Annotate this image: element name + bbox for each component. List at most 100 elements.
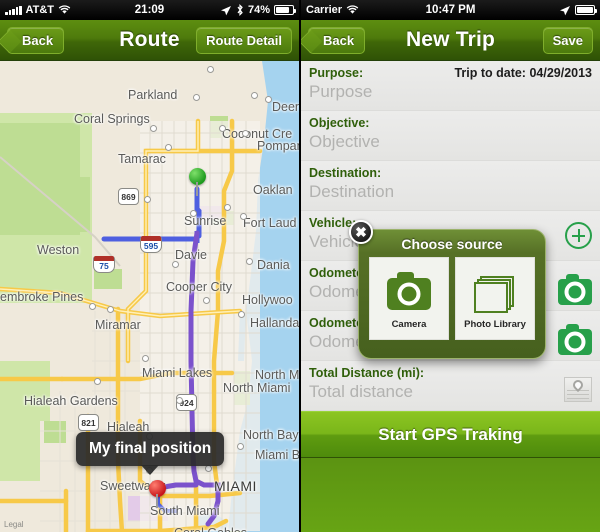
camera-icon <box>387 272 431 310</box>
map-place-label: Cooper City <box>166 280 232 294</box>
status-bar-left: AT&T 21:09 74% <box>0 0 299 20</box>
form-row-label: Destination: <box>309 166 382 180</box>
form-row-label: Purpose: <box>309 66 364 80</box>
map-exit-marker <box>107 306 114 313</box>
map-exit-marker <box>176 397 183 404</box>
route-detail-label: Route Detail <box>206 33 282 48</box>
back-button-label: Back <box>22 33 54 48</box>
form-row[interactable]: Total Distance (mi): Total distance <box>301 361 600 411</box>
map-place-label: Miami B <box>255 448 299 462</box>
map-icon[interactable] <box>564 369 592 402</box>
page-title: Route <box>119 28 180 51</box>
highway-shield-icon: 595 <box>140 236 162 253</box>
photo-library-icon <box>474 276 516 316</box>
map-place-label: North Bay <box>243 428 299 442</box>
form-row-input[interactable]: Total distance <box>309 382 413 402</box>
new-trip-form: Purpose: Trip to date: 04/29/2013 Purpose O… <box>301 61 600 532</box>
map-place-label: MIAMI <box>214 478 257 494</box>
map-place-label: Miramar <box>95 318 141 332</box>
map-exit-marker <box>190 210 197 217</box>
map-place-label: Hallanda <box>250 316 299 330</box>
status-bar-right: Carrier 10:47 PM <box>301 0 600 20</box>
map-place-label: North M <box>255 368 299 382</box>
map-place-label: Oaklan <box>253 183 293 197</box>
battery-percent: 74% <box>247 4 270 16</box>
camera-icon[interactable] <box>558 269 592 305</box>
location-arrow-icon <box>220 5 231 15</box>
route-blue-segment <box>194 186 202 239</box>
map-exit-marker <box>94 378 101 385</box>
map-place-label: Dania <box>257 258 290 272</box>
map-exit-marker <box>142 355 149 362</box>
map-exit-marker <box>265 96 272 103</box>
signal-bars-icon <box>5 5 22 15</box>
nav-bar-route: Back Route Route Detail <box>0 20 299 61</box>
form-row[interactable]: Objective: Objective <box>301 111 600 161</box>
map-exit-marker <box>165 144 172 151</box>
map-exit-marker <box>193 94 200 101</box>
map-place-label: Weston <box>37 243 80 257</box>
map-place-label: embroke Pines <box>0 290 84 304</box>
start-gps-tracking-button[interactable]: Start GPS Traking <box>301 411 600 458</box>
map-place-label: Davie <box>175 248 207 262</box>
back-button[interactable]: Back <box>7 27 65 54</box>
battery-icon <box>274 5 296 15</box>
map-callout[interactable]: My final position <box>76 432 225 475</box>
map-place-label: Fort Laud <box>243 216 297 230</box>
map-exit-marker <box>207 66 214 73</box>
location-arrow-icon <box>560 5 570 15</box>
save-button-label: Save <box>552 33 583 48</box>
map-place-label: Parkland <box>128 88 178 102</box>
map-exit-marker <box>246 258 253 265</box>
map-place-label: Coral Springs <box>74 112 150 126</box>
form-row[interactable]: Destination: Destination <box>301 161 600 211</box>
map-place-label: Hollywoo <box>242 293 293 307</box>
route-detail-button[interactable]: Route Detail <box>196 27 292 54</box>
popup-title: Choose source <box>401 236 503 252</box>
plus-circle-icon[interactable] <box>565 219 592 249</box>
photo-library-option-label: Photo Library <box>464 319 526 330</box>
map-exit-marker <box>89 303 96 310</box>
battery-icon <box>575 5 597 15</box>
map-exit-marker <box>144 196 151 203</box>
map-exit-marker <box>203 297 210 304</box>
new-trip-screen: Carrier 10:47 PM Back New Trip Save Purp… <box>301 0 600 532</box>
map-place-label: Deer <box>272 100 299 114</box>
camera-icon[interactable] <box>558 319 592 355</box>
carrier-label: AT&T <box>25 4 55 16</box>
map-exit-marker <box>242 130 249 137</box>
start-gps-tracking-label: Start GPS Traking <box>378 424 523 444</box>
page-title: New Trip <box>405 28 496 51</box>
back-button[interactable]: Back <box>308 27 366 54</box>
bluetooth-icon <box>237 4 243 16</box>
green-start-pin[interactable] <box>189 168 206 196</box>
map-view[interactable]: Parkland Coral Springs Deer Coconut Cre Pomp… <box>0 61 299 532</box>
route-screen: AT&T 21:09 74% Back Route Route Detail P… <box>0 0 299 532</box>
form-row-input[interactable]: Destination <box>309 182 394 202</box>
close-icon[interactable]: ✖ <box>349 220 373 244</box>
map-exit-marker <box>238 311 245 318</box>
map-exit-marker <box>240 213 247 220</box>
photo-library-option[interactable]: Photo Library <box>455 257 535 340</box>
nav-bar-new-trip: Back New Trip Save <box>301 20 600 61</box>
dual-screenshot: AT&T 21:09 74% Back Route Route Detail P… <box>0 0 600 532</box>
map-exit-marker <box>219 125 226 132</box>
form-row-input[interactable]: Purpose <box>309 82 372 102</box>
map-place-label: Coral Gables <box>174 526 247 532</box>
red-end-pin[interactable] <box>149 480 166 508</box>
map-exit-marker <box>251 92 258 99</box>
legal-label[interactable]: Legal <box>4 520 24 529</box>
map-place-label: Miami Lakes <box>142 366 213 380</box>
form-row-input[interactable]: Objective <box>309 132 380 152</box>
map-place-label: North Miami <box>223 381 291 395</box>
form-row-label: Objective: <box>309 116 370 130</box>
wifi-icon <box>58 5 71 14</box>
map-exit-marker <box>205 465 212 472</box>
highway-shield-icon: 821 <box>78 414 99 431</box>
camera-option[interactable]: Camera <box>369 257 449 340</box>
choose-source-popup: ✖ Choose source Camera Photo Library <box>349 220 546 359</box>
trip-date-label: Trip to date: 04/29/2013 <box>454 66 592 80</box>
form-row[interactable]: Purpose: Trip to date: 04/29/2013 Purpose <box>301 61 600 111</box>
save-button[interactable]: Save <box>542 27 593 54</box>
carrier-label-right: Carrier <box>306 4 343 16</box>
